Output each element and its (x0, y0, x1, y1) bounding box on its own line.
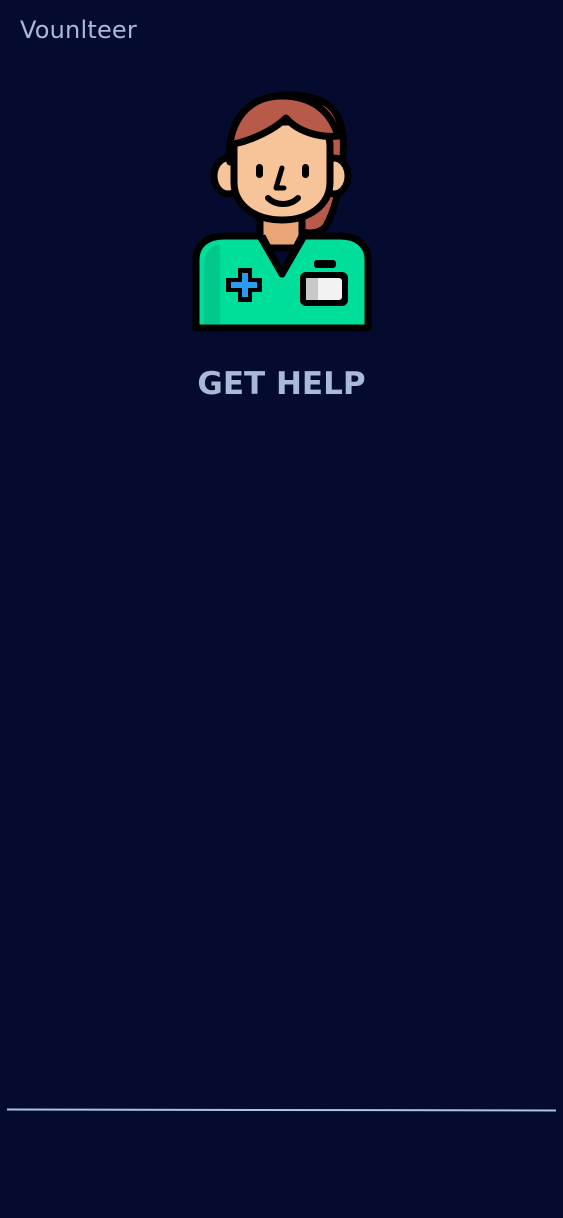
get-help-button[interactable]: GET HELP (0, 366, 563, 402)
bottom-divider (6, 1108, 557, 1112)
nurse-avatar-icon (192, 91, 372, 332)
app-title: Vounlteer (20, 16, 137, 44)
volunteer-screen: Vounlteer GET HELP (0, 0, 563, 1218)
